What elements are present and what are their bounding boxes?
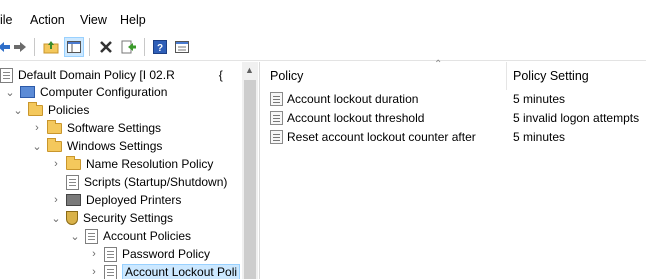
list-row[interactable]: Reset account lockout counter after bbox=[270, 127, 476, 146]
tree-item-label: Default Domain Policy [I 02.R bbox=[18, 68, 175, 82]
show-hide-tree-icon[interactable] bbox=[64, 37, 84, 57]
folder-icon bbox=[47, 137, 62, 152]
scroll-up-icon[interactable]: ▲ bbox=[245, 65, 254, 75]
tree-item-label: Scripts (Startup/Shutdown) bbox=[84, 175, 228, 189]
tree-item-deployed-printers[interactable]: › Deployed Printers bbox=[50, 191, 181, 209]
up-folder-icon[interactable] bbox=[41, 37, 61, 57]
svg-text:?: ? bbox=[157, 43, 163, 54]
chevron-right-icon[interactable]: › bbox=[88, 266, 100, 278]
chevron-down-icon[interactable]: ⌄ bbox=[50, 212, 62, 225]
menu-view[interactable]: View bbox=[80, 13, 107, 27]
column-header-policy[interactable]: Policy bbox=[270, 62, 303, 90]
chevron-down-icon[interactable]: ⌄ bbox=[4, 86, 16, 99]
chevron-right-icon[interactable]: › bbox=[50, 194, 62, 206]
policy-value: 5 minutes bbox=[513, 91, 566, 106]
policy-name: Account lockout threshold bbox=[287, 110, 425, 125]
column-header-policy-setting[interactable]: Policy Setting bbox=[513, 62, 589, 90]
policy-icon bbox=[0, 67, 13, 83]
tree-item-label: Password Policy bbox=[122, 247, 211, 261]
menu-bar: ile Action View Help bbox=[0, 8, 646, 34]
forward-icon[interactable] bbox=[10, 37, 30, 57]
policy-setting-icon bbox=[270, 129, 283, 144]
policy-icon bbox=[104, 246, 117, 262]
policy-folder-icon bbox=[85, 228, 98, 244]
scrollbar-thumb[interactable] bbox=[244, 80, 256, 279]
toolbar-separator bbox=[144, 38, 145, 56]
toolbar-separator bbox=[34, 38, 35, 56]
tree-item-label: Policies bbox=[48, 103, 90, 117]
delete-icon[interactable] bbox=[96, 37, 116, 57]
column-separator[interactable] bbox=[506, 62, 507, 90]
tree-item-software-settings[interactable]: › Software Settings bbox=[31, 119, 161, 137]
script-icon bbox=[66, 174, 79, 190]
computer-icon bbox=[20, 86, 35, 98]
tree-item-label: Software Settings bbox=[67, 121, 162, 135]
tree-item-windows-settings[interactable]: ⌄ Windows Settings bbox=[31, 137, 162, 155]
tree-item-computer-configuration[interactable]: ⌄ Computer Configuration bbox=[4, 83, 167, 101]
policy-name: Account lockout duration bbox=[287, 91, 419, 106]
help-icon[interactable]: ? bbox=[150, 37, 170, 57]
folder-icon bbox=[47, 119, 62, 134]
tree-item-label-trailing: { bbox=[218, 68, 223, 82]
printer-icon bbox=[66, 194, 81, 206]
tree-item-policies[interactable]: ⌄ Policies bbox=[12, 101, 89, 119]
policy-value: 5 invalid logon attempts bbox=[513, 110, 640, 125]
export-icon[interactable] bbox=[119, 37, 139, 57]
pane-splitter[interactable] bbox=[259, 62, 264, 279]
tree-item-account-policies[interactable]: ⌄ Account Policies bbox=[69, 227, 191, 245]
tree-item-account-lockout-policy[interactable]: › Account Lockout Poli bbox=[88, 263, 241, 279]
chevron-down-icon[interactable]: ⌄ bbox=[69, 230, 81, 243]
tree-item-label-selected: Account Lockout Poli bbox=[122, 264, 241, 279]
policy-setting-icon bbox=[270, 91, 283, 106]
policy-value: 5 minutes bbox=[513, 129, 566, 144]
tree-item-label: Name Resolution Policy bbox=[86, 157, 214, 171]
title-bar bbox=[0, 0, 646, 6]
console-tree: Default Domain Policy [I 02.R { ⌄ Comput… bbox=[0, 62, 258, 279]
security-icon bbox=[66, 211, 78, 225]
chevron-right-icon[interactable]: › bbox=[50, 158, 62, 170]
folder-icon bbox=[28, 101, 43, 116]
list-row[interactable]: Account lockout duration bbox=[270, 89, 418, 108]
menu-help[interactable]: Help bbox=[120, 13, 146, 27]
policy-setting-icon bbox=[270, 110, 283, 125]
tree-scrollbar[interactable]: ▲ bbox=[242, 62, 258, 279]
list-row[interactable]: Account lockout threshold bbox=[270, 108, 424, 127]
tree-item-name-resolution-policy[interactable]: › Name Resolution Policy bbox=[50, 155, 213, 173]
tree-item-scripts[interactable]: Scripts (Startup/Shutdown) bbox=[50, 173, 227, 191]
toolbar: ? bbox=[0, 34, 646, 61]
menu-action[interactable]: Action bbox=[30, 13, 65, 27]
tree-item-label: Deployed Printers bbox=[86, 193, 182, 207]
folder-icon bbox=[66, 155, 81, 170]
tree-item-security-settings[interactable]: ⌄ Security Settings bbox=[50, 209, 173, 227]
policy-icon bbox=[104, 264, 117, 279]
chevron-down-icon[interactable]: ⌄ bbox=[31, 140, 43, 153]
tree-item-label: Security Settings bbox=[83, 211, 174, 225]
toolbar-separator bbox=[89, 38, 90, 56]
tree-item-label: Computer Configuration bbox=[40, 85, 168, 99]
menu-file[interactable]: ile bbox=[0, 13, 13, 27]
properties-icon[interactable] bbox=[172, 37, 192, 57]
tree-item-label: Windows Settings bbox=[67, 139, 163, 153]
sort-ascending-icon: ⌃ bbox=[434, 59, 443, 70]
tree-item-root[interactable]: Default Domain Policy [I 02.R { bbox=[0, 66, 223, 84]
tree-item-password-policy[interactable]: › Password Policy bbox=[88, 245, 210, 263]
policy-name: Reset account lockout counter after bbox=[287, 129, 476, 144]
chevron-right-icon[interactable]: › bbox=[31, 122, 43, 134]
tree-item-label: Account Policies bbox=[103, 229, 192, 243]
chevron-right-icon[interactable]: › bbox=[88, 248, 100, 260]
chevron-down-icon[interactable]: ⌄ bbox=[12, 104, 24, 117]
